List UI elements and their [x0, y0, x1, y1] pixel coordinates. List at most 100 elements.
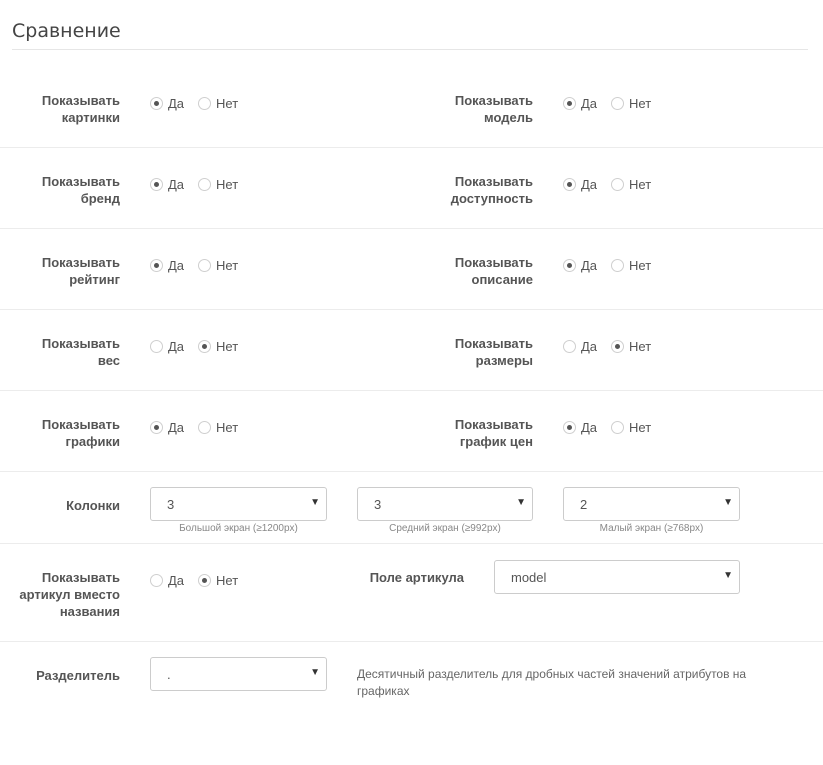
- separator-label: Разделитель: [36, 668, 120, 683]
- radio-group: Да Нет: [563, 174, 665, 194]
- radio-option-label: Да: [168, 95, 185, 111]
- radio-option-label: Нет: [629, 257, 652, 273]
- radio-option-yes[interactable]: Да: [150, 339, 184, 354]
- radio-option-label: Да: [581, 419, 598, 435]
- columns-large-select[interactable]: 3 ▼: [150, 487, 327, 521]
- setting-label: Показывать график цен: [454, 417, 533, 449]
- radio-button[interactable]: [150, 339, 163, 353]
- radio-option-no[interactable]: Нет: [611, 339, 651, 354]
- radio-option-no[interactable]: Нет: [198, 177, 238, 192]
- radio-option-label: Нет: [216, 257, 239, 273]
- radio-option-yes[interactable]: Да: [150, 177, 184, 192]
- radio-option-no[interactable]: Нет: [198, 420, 238, 435]
- radio-button[interactable]: [611, 339, 625, 353]
- columns-large-value: 3: [167, 496, 175, 512]
- radio-button[interactable]: [198, 339, 212, 353]
- columns-small-value: 2: [580, 496, 588, 512]
- radio-button[interactable]: [563, 339, 576, 353]
- radio-option-label: Да: [168, 176, 185, 192]
- radio-button[interactable]: [198, 177, 212, 191]
- columns-label: Колонки: [66, 498, 120, 513]
- radio-group: Да Нет: [563, 417, 665, 437]
- sku-radio-group: Да Нет: [150, 570, 252, 590]
- radio-button[interactable]: [611, 96, 625, 110]
- radio-option-label: Да: [168, 338, 185, 354]
- columns-small-select[interactable]: 2 ▼: [563, 487, 740, 521]
- radio-option-no[interactable]: Нет: [611, 177, 651, 192]
- section-title: Сравнение: [12, 20, 121, 42]
- setting-label: Показывать размеры: [454, 336, 533, 368]
- radio-option-label: Нет: [216, 419, 239, 435]
- radio-option-label: Нет: [629, 95, 652, 111]
- radio-option-label: Да: [581, 95, 598, 111]
- radio-option-yes[interactable]: Да: [150, 573, 184, 588]
- radio-option-yes[interactable]: Да: [563, 177, 597, 192]
- radio-option-label: Нет: [216, 572, 239, 588]
- radio-option-label: Да: [581, 176, 598, 192]
- radio-button[interactable]: [563, 177, 576, 191]
- radio-option-no[interactable]: Нет: [198, 573, 238, 588]
- setting-label: Показывать графики: [41, 417, 120, 449]
- radio-button[interactable]: [611, 177, 625, 191]
- separator-select[interactable]: . ▼: [150, 657, 327, 691]
- radio-button[interactable]: [563, 96, 576, 110]
- caret-down-icon: ▼: [516, 497, 526, 508]
- radio-option-label: Да: [581, 257, 598, 273]
- radio-option-yes[interactable]: Да: [563, 96, 597, 111]
- radio-option-no[interactable]: Нет: [198, 96, 238, 111]
- radio-group: Да Нет: [150, 336, 252, 356]
- setting-label: Показывать вес: [41, 336, 120, 368]
- radio-option-label: Да: [581, 338, 598, 354]
- radio-button[interactable]: [198, 96, 212, 110]
- columns-medium-value: 3: [374, 496, 382, 512]
- title-divider: [12, 49, 808, 50]
- radio-option-yes[interactable]: Да: [150, 258, 184, 273]
- radio-option-label: Нет: [629, 176, 652, 192]
- radio-option-yes[interactable]: Да: [150, 420, 184, 435]
- radio-button[interactable]: [198, 573, 212, 587]
- radio-group: Да Нет: [563, 255, 665, 275]
- row-divider: [0, 228, 823, 229]
- setting-label: Показывать модель: [454, 93, 533, 125]
- sku-field-value: model: [511, 569, 547, 585]
- radio-button[interactable]: [150, 177, 163, 191]
- row-divider: [0, 390, 823, 391]
- separator-value: .: [167, 666, 171, 682]
- radio-button[interactable]: [611, 420, 625, 434]
- radio-option-no[interactable]: Нет: [198, 339, 238, 354]
- radio-button[interactable]: [150, 258, 163, 272]
- columns-medium-select[interactable]: 3 ▼: [357, 487, 533, 521]
- radio-button[interactable]: [563, 258, 576, 272]
- radio-option-label: Да: [168, 257, 185, 273]
- radio-option-yes[interactable]: Да: [563, 420, 597, 435]
- radio-option-no[interactable]: Нет: [611, 420, 651, 435]
- radio-option-label: Да: [168, 572, 185, 588]
- row-divider: [0, 147, 823, 148]
- radio-button[interactable]: [150, 420, 163, 434]
- radio-group: Да Нет: [150, 174, 252, 194]
- radio-button[interactable]: [563, 420, 576, 434]
- setting-label: Показывать картинки: [41, 93, 120, 125]
- radio-option-yes[interactable]: Да: [563, 339, 597, 354]
- radio-button[interactable]: [198, 258, 212, 272]
- radio-option-yes[interactable]: Да: [563, 258, 597, 273]
- row-divider: [0, 309, 823, 310]
- radio-group: Да Нет: [150, 255, 252, 275]
- radio-option-label: Нет: [629, 338, 652, 354]
- radio-option-label: Нет: [629, 419, 652, 435]
- radio-option-no[interactable]: Нет: [198, 258, 238, 273]
- radio-option-no[interactable]: Нет: [611, 258, 651, 273]
- radio-button[interactable]: [198, 420, 212, 434]
- columns-medium-help: Средний экран (≥992px): [389, 523, 501, 534]
- radio-button[interactable]: [150, 96, 163, 110]
- sku-field-label: Поле артикула: [369, 570, 464, 585]
- radio-option-no[interactable]: Нет: [611, 96, 651, 111]
- radio-button[interactable]: [611, 258, 625, 272]
- sku-field-select[interactable]: model ▼: [494, 560, 740, 594]
- radio-option-label: Нет: [216, 95, 239, 111]
- setting-label: Показывать доступность: [450, 174, 533, 206]
- radio-option-yes[interactable]: Да: [150, 96, 184, 111]
- radio-button[interactable]: [150, 573, 163, 587]
- setting-label: Показывать описание: [454, 255, 533, 287]
- radio-group: Да Нет: [563, 336, 665, 356]
